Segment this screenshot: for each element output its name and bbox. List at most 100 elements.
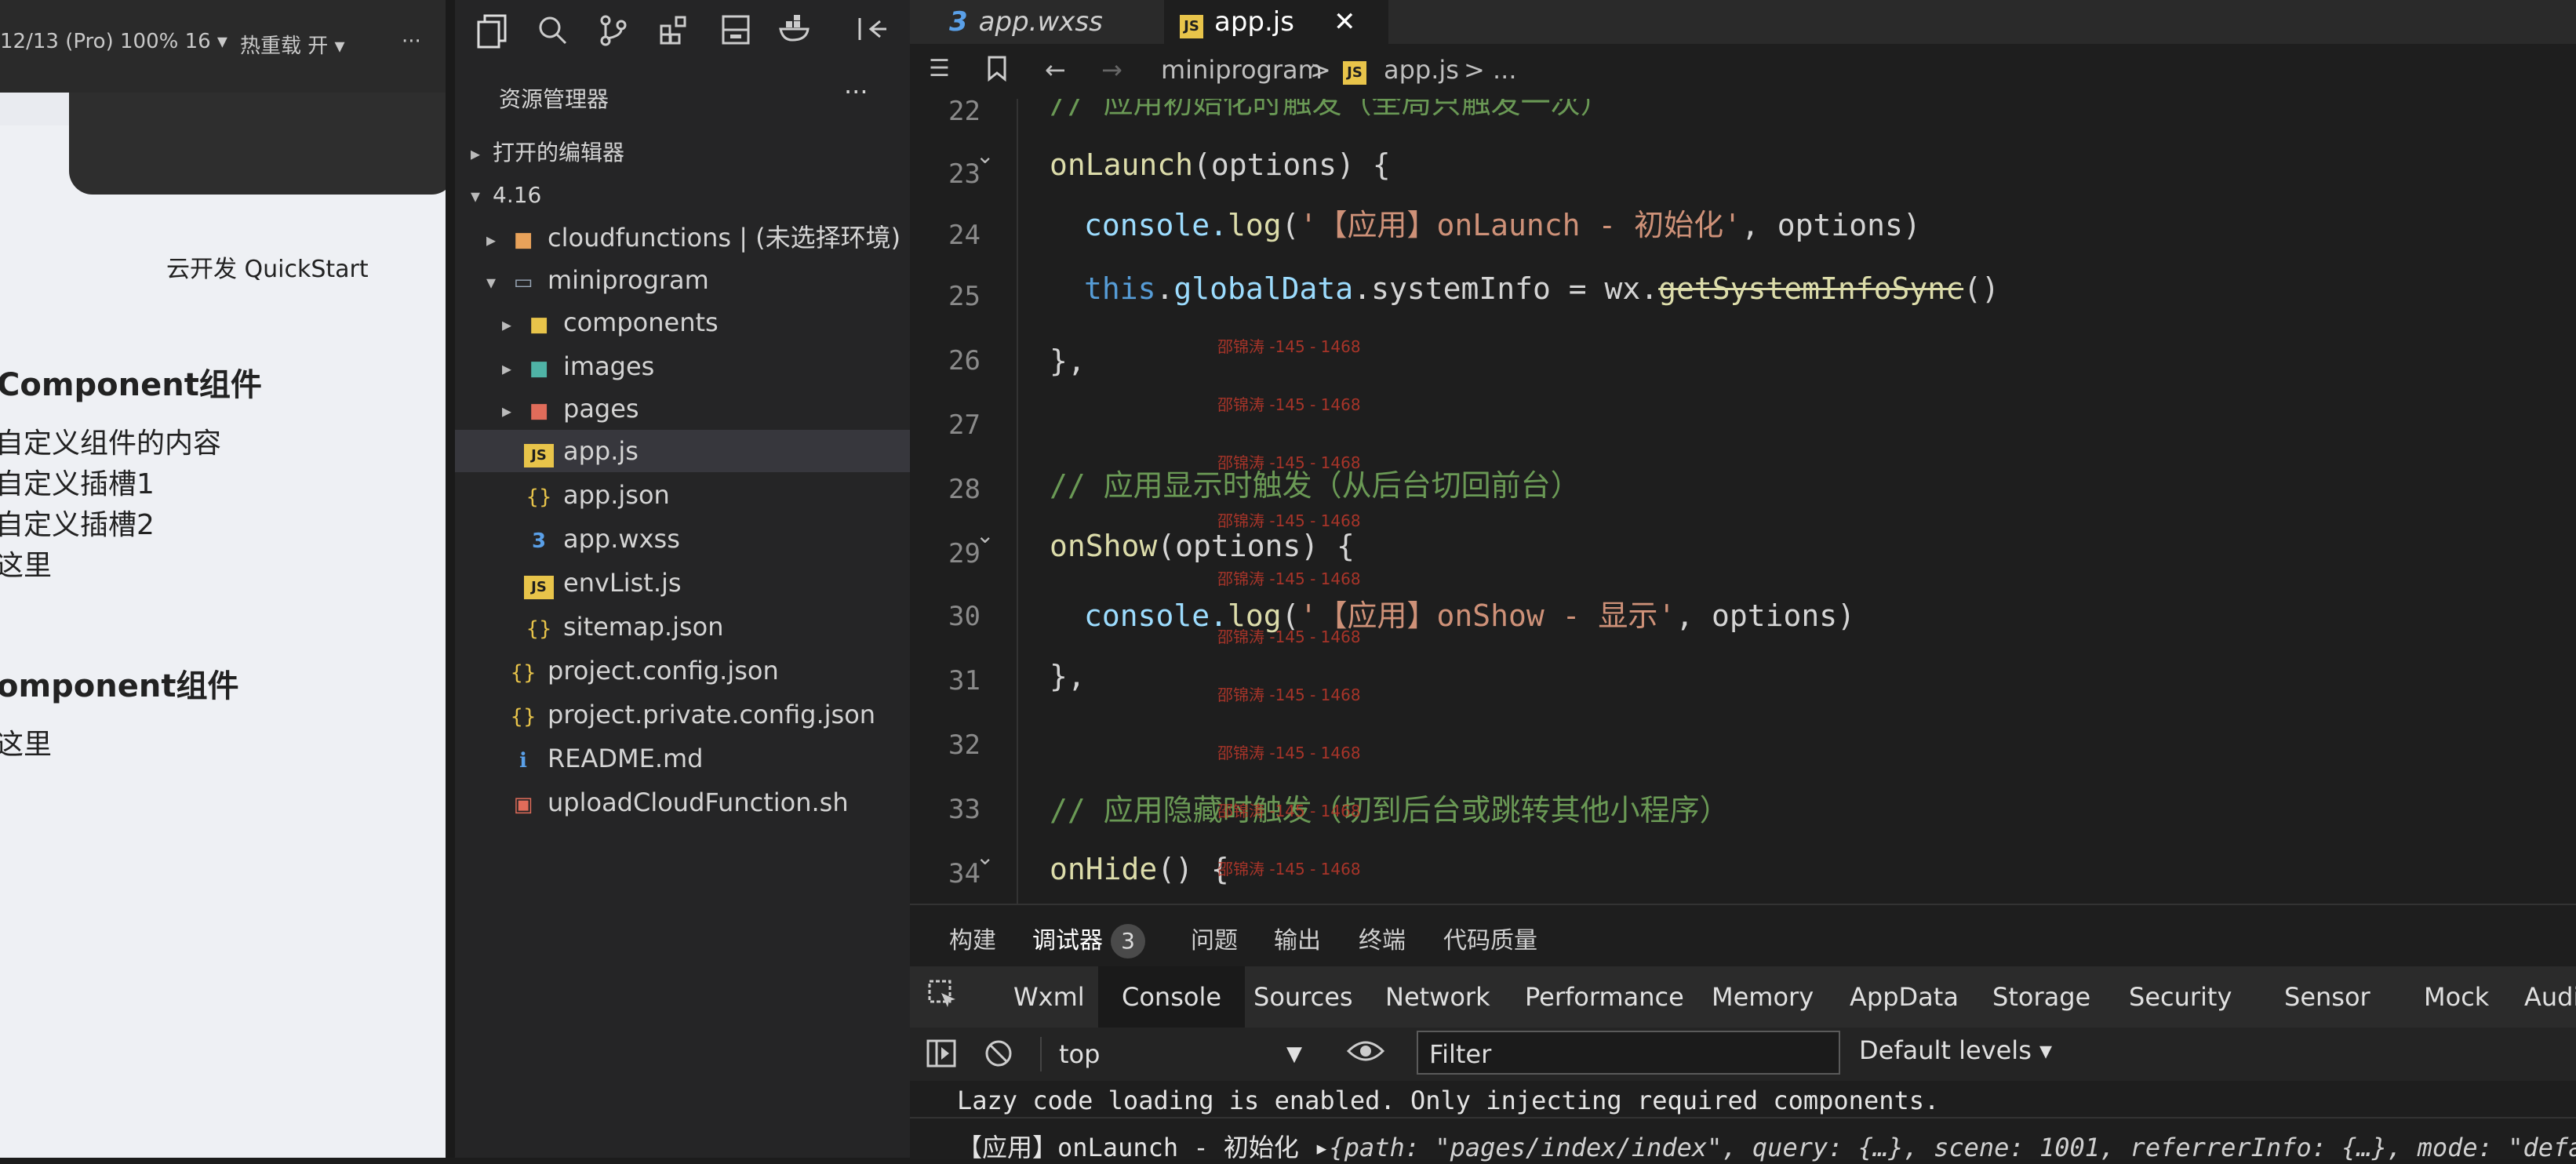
- tab-app-js[interactable]: JS app.js ✕: [1164, 0, 1388, 44]
- tab-label: app.wxss: [978, 6, 1103, 38]
- devtools-tab-mock[interactable]: Mock: [2424, 982, 2489, 1012]
- code-token: this: [1084, 271, 1156, 306]
- fold-chevron-icon[interactable]: ⌄: [976, 844, 994, 870]
- code-editor[interactable]: 22 23 24 25 26 27 28 29 30 31 32 33 34 ⌄…: [910, 99, 2576, 904]
- forward-icon[interactable]: →: [1101, 55, 1122, 85]
- chevron-right-icon: ▸: [502, 400, 512, 422]
- source-control-icon[interactable]: [595, 14, 632, 52]
- tree-item-label: project.private.config.json: [548, 700, 876, 729]
- devtools-tab-audits[interactable]: Audi: [2524, 982, 2576, 1012]
- code-token: , options): [1675, 598, 1856, 633]
- tab-code-quality[interactable]: 代码质量: [1443, 921, 1537, 955]
- tree-item-project-config[interactable]: {} project.config.json: [508, 649, 910, 692]
- watermark: 邵锦涛 -145 - 1468: [1217, 395, 1361, 414]
- tab-build[interactable]: 构建: [949, 921, 996, 955]
- context-value: top: [1059, 1039, 1101, 1069]
- back-icon[interactable]: ←: [1045, 55, 1066, 85]
- code-token: .: [1155, 271, 1174, 306]
- tab-problems[interactable]: 问题: [1191, 921, 1238, 955]
- sidebar-toggle-icon[interactable]: [926, 1039, 957, 1071]
- tab-debugger[interactable]: 调试器 3: [1032, 921, 1145, 958]
- explorer-icon[interactable]: [474, 14, 511, 52]
- chevron-right-icon: ▸: [486, 229, 497, 251]
- devtools-tab-sources[interactable]: Sources: [1253, 982, 1353, 1012]
- storage-icon[interactable]: [717, 14, 755, 52]
- devtools-tab-security[interactable]: Security: [2129, 982, 2232, 1012]
- tree-item-project-private-config[interactable]: {} project.private.config.json: [508, 693, 910, 736]
- tree-item-miniprogram[interactable]: ▾ ▭ miniprogram: [486, 259, 910, 301]
- devtools-tab-sensor[interactable]: Sensor: [2284, 982, 2370, 1012]
- code-token: (options) {: [1193, 147, 1391, 182]
- json-file-icon: {}: [526, 617, 552, 641]
- devtools-tab-wxml[interactable]: Wxml: [1013, 982, 1085, 1012]
- hot-reload-toggle[interactable]: 热重载 开 ▾: [240, 30, 345, 59]
- console-filter-input[interactable]: Filter: [1417, 1031, 1840, 1075]
- watermark: 邵锦涛 -145 - 1468: [1217, 511, 1361, 530]
- bookmark-icon[interactable]: [987, 55, 1007, 88]
- explorer-more-button[interactable]: ···: [844, 71, 868, 113]
- simulator-more-button[interactable]: ···: [402, 30, 421, 53]
- clear-console-icon[interactable]: [984, 1039, 1013, 1071]
- docker-icon[interactable]: [777, 14, 814, 52]
- fold-chevron-icon[interactable]: ⌄: [976, 143, 994, 169]
- tree-item-envlist-js[interactable]: JS envList.js: [524, 562, 910, 604]
- tree-item-label: app.wxss: [563, 524, 680, 554]
- tree-item-cloudfunctions[interactable]: ▸ ■ cloudfunctions | (未选择环境): [486, 216, 910, 259]
- devtools-tab-appdata[interactable]: AppData: [1850, 982, 1959, 1012]
- js-file-icon: JS: [1343, 61, 1366, 85]
- device-selector[interactable]: 12/13 (Pro) 100% 16 ▾: [0, 30, 227, 53]
- simulator-toolbar: 12/13 (Pro) 100% 16 ▾ 热重载 开 ▾ ···: [0, 0, 455, 93]
- outline-icon[interactable]: ☰: [929, 55, 950, 82]
- tab-label: 调试器: [1032, 927, 1103, 955]
- search-icon[interactable]: [533, 14, 571, 52]
- tree-item-components[interactable]: ▸ ■ components: [502, 301, 910, 344]
- tab-output[interactable]: 输出: [1274, 921, 1321, 955]
- tree-item-sitemap-json[interactable]: {} sitemap.json: [524, 606, 910, 648]
- open-editors-label: 打开的编辑器: [493, 140, 625, 166]
- fold-chevron-icon[interactable]: ⌄: [976, 522, 994, 548]
- devtools-tab-performance[interactable]: Performance: [1525, 982, 1684, 1012]
- tab-terminal[interactable]: 终端: [1359, 921, 1406, 955]
- code-token: (: [1281, 208, 1300, 242]
- watermark: 邵锦涛 -145 - 1468: [1217, 627, 1361, 646]
- code-token: onHide: [1050, 852, 1158, 886]
- line-number: 33: [948, 794, 981, 825]
- tree-item-upload-sh[interactable]: ▣ uploadCloudFunction.sh: [508, 781, 910, 824]
- context-selector[interactable]: top ▼: [1051, 1035, 1318, 1073]
- open-editors-section[interactable]: ▸ 打开的编辑器: [471, 132, 894, 174]
- devtools-tab-network[interactable]: Network: [1385, 982, 1490, 1012]
- log-object[interactable]: {path: "pages/index/index", query: {…}, …: [1329, 1133, 2576, 1162]
- project-root[interactable]: ▾ 4.16: [471, 174, 894, 216]
- tree-item-label: app.js: [563, 436, 639, 466]
- tree-item-label: sitemap.json: [563, 612, 724, 642]
- breadcrumb: ☰ ← → miniprogram > JS app.js > ...: [910, 44, 2576, 99]
- code-line: },: [1050, 659, 1086, 693]
- section-line: 自定义插槽2: [0, 509, 155, 541]
- devtools-tab-memory[interactable]: Memory: [1712, 982, 1814, 1012]
- tree-item-images[interactable]: ▸ ■ images: [502, 345, 910, 387]
- tree-item-pages[interactable]: ▸ ■ pages: [502, 387, 910, 430]
- breadcrumb-more[interactable]: > ...: [1464, 55, 1517, 85]
- extensions-icon[interactable]: [656, 14, 693, 52]
- tree-item-label: cloudfunctions | (未选择环境): [548, 223, 901, 253]
- eye-icon[interactable]: [1346, 1035, 1385, 1070]
- toggle-sidebar-icon[interactable]: [853, 14, 891, 52]
- watermark: 邵锦涛 -145 - 1468: [1217, 802, 1361, 820]
- tree-item-readme[interactable]: ℹ README.md: [508, 737, 910, 780]
- code-comment: // 应用初始化时触发（全局只触发一次）: [1050, 99, 1610, 120]
- devtools-tab-console[interactable]: Console: [1098, 966, 1246, 1028]
- tree-item-app-wxss[interactable]: 3 app.wxss: [524, 518, 910, 560]
- panel-divider[interactable]: [446, 0, 455, 1158]
- tree-item-app-json[interactable]: {} app.json: [524, 474, 910, 516]
- breadcrumb-app-js[interactable]: app.js: [1384, 55, 1459, 85]
- tree-item-label: uploadCloudFunction.sh: [548, 788, 849, 817]
- log-levels-dropdown[interactable]: Default levels ▾: [1859, 1035, 2052, 1065]
- breadcrumb-miniprogram[interactable]: miniprogram: [1161, 55, 1323, 85]
- tree-item-app-js[interactable]: JS app.js: [455, 430, 910, 472]
- inspect-element-icon[interactable]: [927, 979, 959, 1017]
- devtools-tab-storage[interactable]: Storage: [1992, 982, 2090, 1012]
- tab-app-wxss[interactable]: 3 app.wxss: [933, 0, 1137, 44]
- close-icon[interactable]: ✕: [1333, 6, 1356, 38]
- code-token: globalData: [1173, 271, 1354, 306]
- console-log-entry[interactable]: 【应用】onLaunch - 初始化 ▸{path: "pages/index/…: [957, 1128, 2576, 1164]
